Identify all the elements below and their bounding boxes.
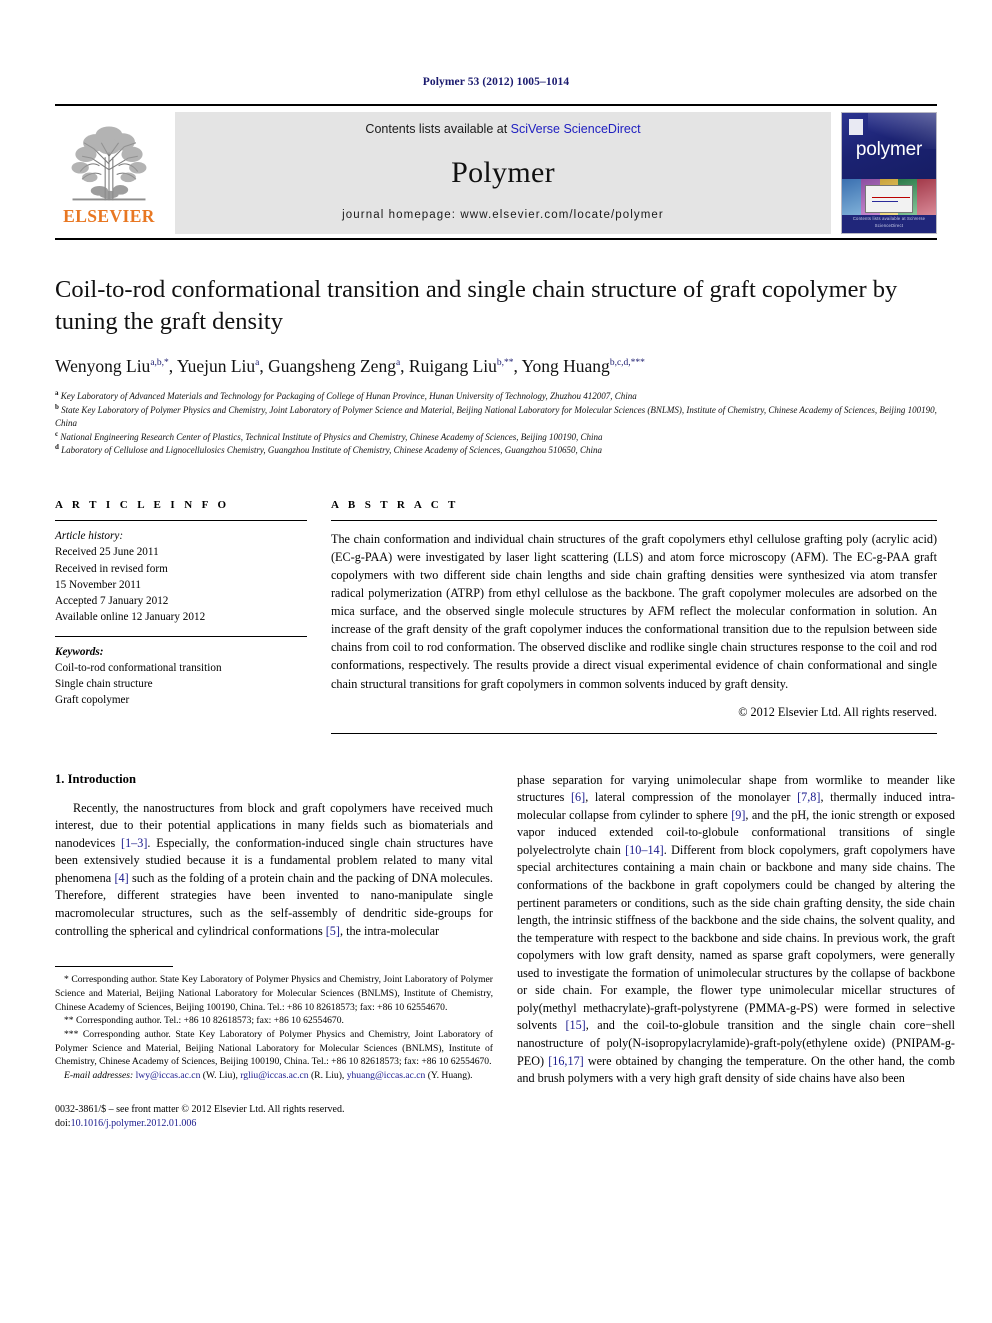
history-item: 15 November 2011 (55, 578, 141, 591)
citation-ref[interactable]: [5] (326, 924, 340, 938)
affiliation-item: a Key Laboratory of Advanced Materials a… (55, 389, 637, 402)
journal-title: Polymer (451, 155, 555, 189)
footnote-rule (55, 966, 173, 968)
elsevier-tree-icon (61, 114, 157, 210)
contents-prefix-text: Contents lists available at (365, 122, 511, 136)
affiliation-marker: a (55, 389, 59, 398)
introduction-heading: 1. Introduction (55, 771, 136, 786)
affiliation-list: a Key Laboratory of Advanced Materials a… (55, 389, 937, 457)
footnote-3: *** Corresponding author. State Key Labo… (55, 1028, 493, 1068)
body-column-left: 1. Introduction Recently, the nanostruct… (55, 772, 493, 1132)
cover-footer-text: Contents lists available at SciVerse Sci… (852, 216, 926, 228)
history-item: Available online 12 January 2012 (55, 611, 206, 624)
email-link[interactable]: lwy@iccas.ac.cn (136, 1070, 201, 1081)
cover-elsevier-icon (849, 119, 863, 135)
affiliation-marker: c (55, 429, 59, 438)
email-link[interactable]: yhuang@iccas.ac.cn (347, 1070, 426, 1081)
doi-label: doi: (55, 1118, 71, 1130)
abstract-heading: A B S T R A C T (331, 499, 459, 512)
citation-ref[interactable]: [16,17] (548, 1054, 584, 1068)
sciencedirect-link[interactable]: SciVerse ScienceDirect (511, 122, 641, 136)
article-page: Polymer 53 (2012) 1005–1014 ELSEVIER Con… (0, 0, 992, 1323)
keyword-item: Graft copolymer (55, 694, 130, 707)
affiliation-item: c National Engineering Research Center o… (55, 429, 603, 442)
citation-ref[interactable]: [1–3] (121, 836, 147, 850)
citation-ref[interactable]: [15] (565, 1018, 585, 1032)
article-info-heading: A R T I C L E I N F O (55, 499, 230, 512)
abstract-rule (331, 520, 937, 522)
body-column-right: phase separation for varying unimolecula… (517, 772, 955, 1132)
keyword-item: Single chain structure (55, 678, 153, 691)
article-history-label: Article history: (55, 530, 124, 543)
keywords-block: Keywords: Coil-to-rod conformational tra… (55, 644, 307, 709)
author-affiliation-marker: a (255, 357, 260, 368)
citation-ref[interactable]: [6] (571, 790, 585, 804)
page-footer: 0032-3861/$ – see front matter © 2012 El… (55, 1103, 493, 1132)
email-owner: (R. Liu), (308, 1070, 347, 1082)
citation-ref[interactable]: [10–14] (625, 843, 664, 857)
abstract-copyright: © 2012 Elsevier Ltd. All rights reserved… (738, 704, 937, 719)
citation-ref[interactable]: [4] (114, 871, 128, 885)
author-name: Guangsheng Zeng (268, 355, 396, 376)
intro-paragraph-right: phase separation for varying unimolecula… (517, 772, 955, 1086)
affiliation-marker: d (55, 443, 59, 452)
intro-paragraph-left: Recently, the nanostructures from block … (55, 800, 493, 938)
article-info-rule (55, 520, 307, 522)
keywords-label: Keywords: (55, 645, 104, 658)
author-affiliation-marker: b,** (496, 357, 514, 368)
journal-header-band: ELSEVIER Contents lists available at Sci… (55, 112, 937, 234)
email-label: E-mail addresses: (64, 1070, 136, 1082)
keywords-rule (55, 635, 307, 637)
history-item: Received in revised form (55, 562, 168, 575)
page-title: Coil-to-rod conformational transition an… (55, 276, 898, 335)
affiliation-item: b State Key Laboratory of Polymer Physic… (55, 403, 937, 428)
keyword-item: Coil-to-rod conformational transition (55, 661, 222, 674)
header-bottom-rule (55, 238, 937, 240)
abstract-text: The chain conformation and individual ch… (331, 532, 937, 691)
author-affiliation-marker: a (395, 357, 401, 368)
article-info-column: A R T I C L E I N F O Article history: R… (55, 499, 307, 733)
issn-line: 0032-3861/$ – see front matter © 2012 El… (55, 1103, 345, 1115)
affiliation-item: d Laboratory of Cellulose and Lignocellu… (55, 443, 602, 456)
contents-available-line: Contents lists available at SciVerse Sci… (365, 122, 640, 136)
email-link[interactable]: rgliu@iccas.ac.cn (240, 1070, 308, 1081)
journal-cover-thumbnail: polymer Contents lists available at SciV… (841, 112, 937, 234)
header-top-rule (55, 104, 937, 106)
contents-box: Contents lists available at SciVerse Sci… (175, 112, 831, 234)
abstract-column: A B S T R A C T The chain conformation a… (331, 499, 937, 734)
history-item: Accepted 7 January 2012 (55, 595, 169, 608)
cover-inset-chart (864, 185, 914, 213)
doi-line: doi:10.1016/j.polymer.2012.01.006 (55, 1117, 493, 1132)
author-name: Wenyong Liu (55, 355, 151, 376)
abstract-bottom-rule (331, 732, 937, 734)
citation-ref[interactable]: [9] (731, 808, 745, 822)
citation-ref[interactable]: [7,8] (797, 790, 820, 804)
author-name: Yong Huang (521, 355, 610, 376)
author-name: Ruigang Liu (408, 355, 497, 376)
cover-title-text: polymer (855, 139, 923, 161)
elsevier-logo: ELSEVIER (55, 112, 163, 234)
article-history-block: Article history: Received 25 June 2011 R… (55, 528, 307, 625)
running-head: Polymer 53 (2012) 1005–1014 (422, 76, 570, 88)
author-list: Wenyong Liua,b,*, Yuejun Liua, Guangshen… (55, 355, 645, 376)
elsevier-wordmark: ELSEVIER (63, 206, 155, 226)
footnote-2: ** Corresponding author. Tel.: +86 10 82… (64, 1015, 344, 1027)
body-columns: 1. Introduction Recently, the nanostruct… (55, 772, 955, 1132)
history-item: Received 25 June 2011 (55, 546, 159, 559)
email-owner: (W. Liu), (200, 1070, 241, 1082)
footnote-1: * Corresponding author. State Key Labora… (55, 974, 493, 1013)
doi-link[interactable]: 10.1016/j.polymer.2012.01.006 (71, 1118, 197, 1129)
email-owner: (Y. Huang). (425, 1070, 473, 1082)
footnote-emails: E-mail addresses: lwy@iccas.ac.cn (W. Li… (55, 1069, 493, 1083)
journal-homepage-link[interactable]: journal homepage: www.elsevier.com/locat… (342, 209, 664, 221)
info-abstract-section: A R T I C L E I N F O Article history: R… (55, 499, 937, 734)
author-name: Yuejun Liu (176, 355, 256, 376)
author-affiliation-marker: a,b,* (150, 357, 169, 368)
author-affiliation-marker: b,c,d,*** (609, 357, 645, 368)
affiliation-marker: b (55, 403, 59, 412)
